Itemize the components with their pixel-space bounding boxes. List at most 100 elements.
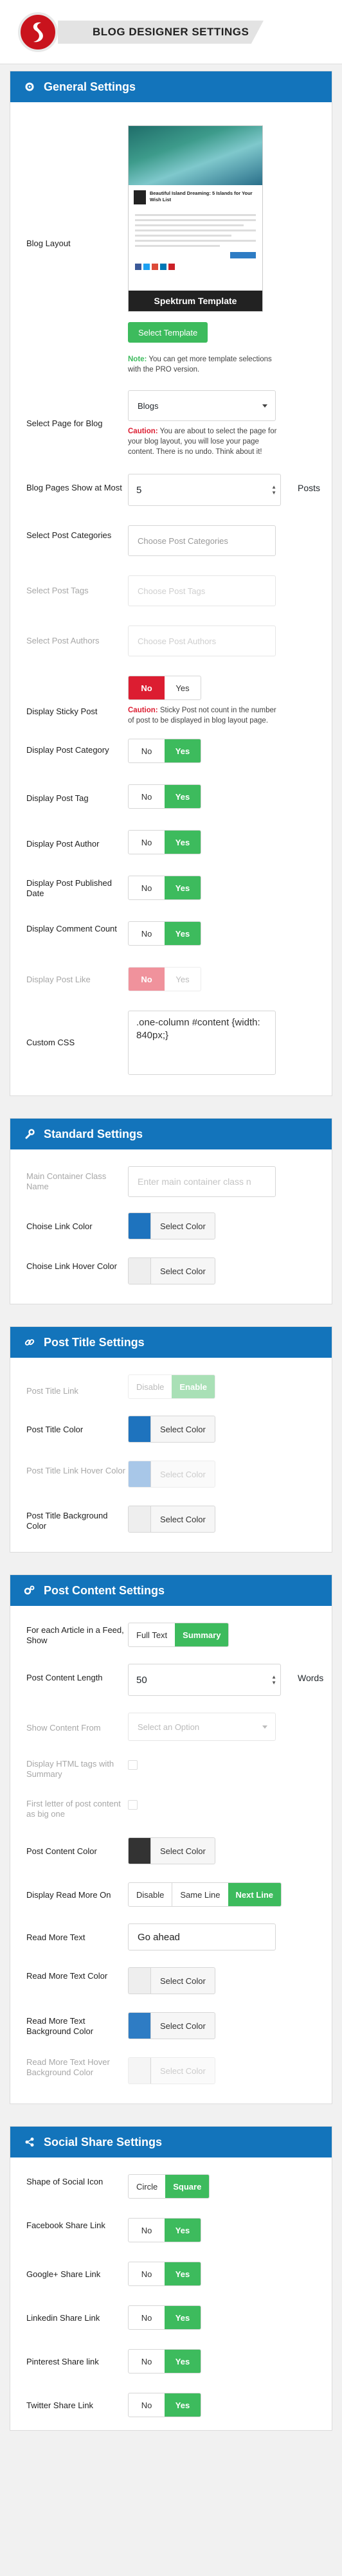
select-template-button[interactable]: Select Template (128, 322, 208, 343)
toggle-yes[interactable]: Yes (165, 2306, 201, 2329)
linkedin-toggle[interactable]: No Yes (128, 2305, 201, 2330)
toggle-no[interactable]: No (129, 2393, 165, 2417)
title-color-row: Post Title Color Select Color (10, 1399, 332, 1444)
post-author-toggle[interactable]: No Yes (128, 830, 201, 854)
post-author-row: Display Post Author No Yes (10, 809, 332, 854)
toggle-yes[interactable]: Yes (165, 2262, 201, 2285)
toggle-disable[interactable]: Disable (129, 1375, 172, 1398)
toggle-yes[interactable]: Yes (165, 831, 201, 854)
toggle-disable[interactable]: Disable (129, 1883, 172, 1906)
link-hover-picker[interactable]: Select Color (128, 1257, 215, 1284)
shape-toggle[interactable]: Circle Square (128, 2174, 210, 2199)
toggle-next-line[interactable]: Next Line (228, 1883, 282, 1906)
pinterest-row: Pinterest Share link No Yes (10, 2330, 332, 2373)
custom-css-textarea[interactable]: .one-column #content {width: 840px;} (128, 1011, 276, 1075)
toggle-no[interactable]: No (129, 968, 165, 991)
categories-input[interactable]: Choose Post Categories (128, 525, 276, 556)
toggle-no[interactable]: No (129, 2350, 165, 2373)
toggle-no[interactable]: No (129, 739, 165, 762)
pinterest-label: Pinterest Share link (26, 2357, 99, 2366)
authors-label: Select Post Authors (26, 636, 100, 645)
main-container-row: Main Container Class Name Enter main con… (10, 1149, 332, 1197)
toggle-no[interactable]: No (129, 2262, 165, 2285)
sticky-yes[interactable]: Yes (165, 676, 201, 699)
content-length-input[interactable]: 50 ▲ ▼ (128, 1664, 281, 1696)
toggle-no[interactable]: No (129, 2306, 165, 2329)
toggle-same-line[interactable]: Same Line (172, 1883, 228, 1906)
toggle-full-text[interactable]: Full Text (129, 1623, 175, 1646)
toggle-summary[interactable]: Summary (175, 1623, 229, 1646)
show-from-value: Select an Option (138, 1722, 200, 1732)
page-title: BLOG DESIGNER SETTINGS (58, 21, 264, 44)
post-like-toggle[interactable]: No Yes (128, 967, 201, 991)
section-title: General Settings (44, 80, 136, 93)
title-link-toggle[interactable]: Disable Enable (128, 1374, 215, 1399)
spinner-icon[interactable]: ▲ ▼ (271, 1674, 276, 1686)
sticky-toggle[interactable]: No Yes (128, 676, 201, 700)
pages-show-suffix: Posts (298, 483, 321, 493)
toggle-circle[interactable]: Circle (129, 2175, 165, 2198)
note-prefix: Note: (128, 356, 147, 363)
google-toggle[interactable]: No Yes (128, 2262, 201, 2286)
read-more-hover-picker[interactable]: Select Color (128, 2057, 215, 2084)
toggle-enable[interactable]: Enable (172, 1375, 215, 1398)
facebook-toggle[interactable]: No Yes (128, 2218, 201, 2242)
title-color-label: Post Title Color (26, 1425, 84, 1434)
content-length-row: Post Content Length 50 ▲ ▼ Words (10, 1647, 332, 1696)
link-color-picker[interactable]: Select Color (128, 1212, 215, 1239)
post-tag-toggle[interactable]: No Yes (128, 784, 201, 809)
sticky-no[interactable]: No (129, 676, 165, 699)
toggle-yes[interactable]: Yes (165, 876, 201, 899)
comment-count-toggle[interactable]: No Yes (128, 921, 201, 946)
read-more-on-row: Display Read More On Disable Same Line Nex… (10, 1866, 332, 1907)
toggle-square[interactable]: Square (165, 2175, 210, 2198)
select-color-text: Select Color (150, 1258, 215, 1284)
standard-settings-header: Standard Settings (10, 1119, 332, 1149)
page-select[interactable]: Blogs (128, 390, 276, 421)
toggle-yes[interactable]: Yes (165, 968, 201, 991)
read-more-on-toggle[interactable]: Disable Same Line Next Line (128, 1882, 282, 1907)
title-color-picker[interactable]: Select Color (128, 1416, 215, 1443)
main-container-input[interactable]: Enter main container class n (128, 1166, 276, 1197)
read-more-bg-picker[interactable]: Select Color (128, 2012, 215, 2039)
title-bg-picker[interactable]: Select Color (128, 1506, 215, 1533)
tags-input[interactable]: Choose Post Tags (128, 575, 276, 606)
first-letter-checkbox[interactable] (128, 1800, 138, 1810)
post-category-toggle[interactable]: No Yes (128, 739, 201, 763)
toggle-no[interactable]: No (129, 831, 165, 854)
read-more-on-label: Display Read More On (26, 1890, 111, 1900)
toggle-yes[interactable]: Yes (165, 785, 201, 808)
post-like-label: Display Post Like (26, 975, 91, 984)
twitter-row: Twitter Share Link No Yes (10, 2373, 332, 2430)
section-title: Post Content Settings (44, 1583, 165, 1597)
toggle-yes[interactable]: Yes (165, 2350, 201, 2373)
toggle-yes[interactable]: Yes (165, 2219, 201, 2242)
categories-label: Select Post Categories (26, 530, 112, 540)
each-article-toggle[interactable]: Full Text Summary (128, 1623, 230, 1647)
post-date-toggle[interactable]: No Yes (128, 876, 201, 900)
twitter-toggle[interactable]: No Yes (128, 2393, 201, 2417)
select-color-text: Select Color (150, 2013, 215, 2039)
toggle-yes[interactable]: Yes (165, 2393, 201, 2417)
toggle-yes[interactable]: Yes (165, 739, 201, 762)
template-preview[interactable]: Beautiful Island Dreaming: 5 Islands for… (128, 125, 263, 312)
title-hover-picker[interactable]: Select Color (128, 1461, 215, 1488)
toggle-no[interactable]: No (129, 876, 165, 899)
read-more-color-row: Read More Text Color Select Color (10, 1950, 332, 1995)
authors-input[interactable]: Choose Post Authors (128, 626, 276, 656)
show-from-label: Show Content From (26, 1723, 101, 1733)
pro-note: Note: You can get more template selectio… (128, 354, 282, 375)
toggle-no[interactable]: No (129, 922, 165, 945)
show-from-select[interactable]: Select an Option (128, 1713, 276, 1741)
toggle-no[interactable]: No (129, 2219, 165, 2242)
html-tags-label: Display HTML tags with Summary (26, 1759, 114, 1779)
content-color-picker[interactable]: Select Color (128, 1837, 215, 1864)
html-tags-checkbox[interactable] (128, 1760, 138, 1770)
pinterest-toggle[interactable]: No Yes (128, 2349, 201, 2373)
read-more-color-picker[interactable]: Select Color (128, 1967, 215, 1994)
toggle-no[interactable]: No (129, 785, 165, 808)
pages-show-input[interactable]: 5 ▲ ▼ (128, 474, 281, 506)
spinner-icon[interactable]: ▲ ▼ (271, 484, 276, 496)
read-more-text-input[interactable]: Go ahead (128, 1923, 276, 1950)
toggle-yes[interactable]: Yes (165, 922, 201, 945)
